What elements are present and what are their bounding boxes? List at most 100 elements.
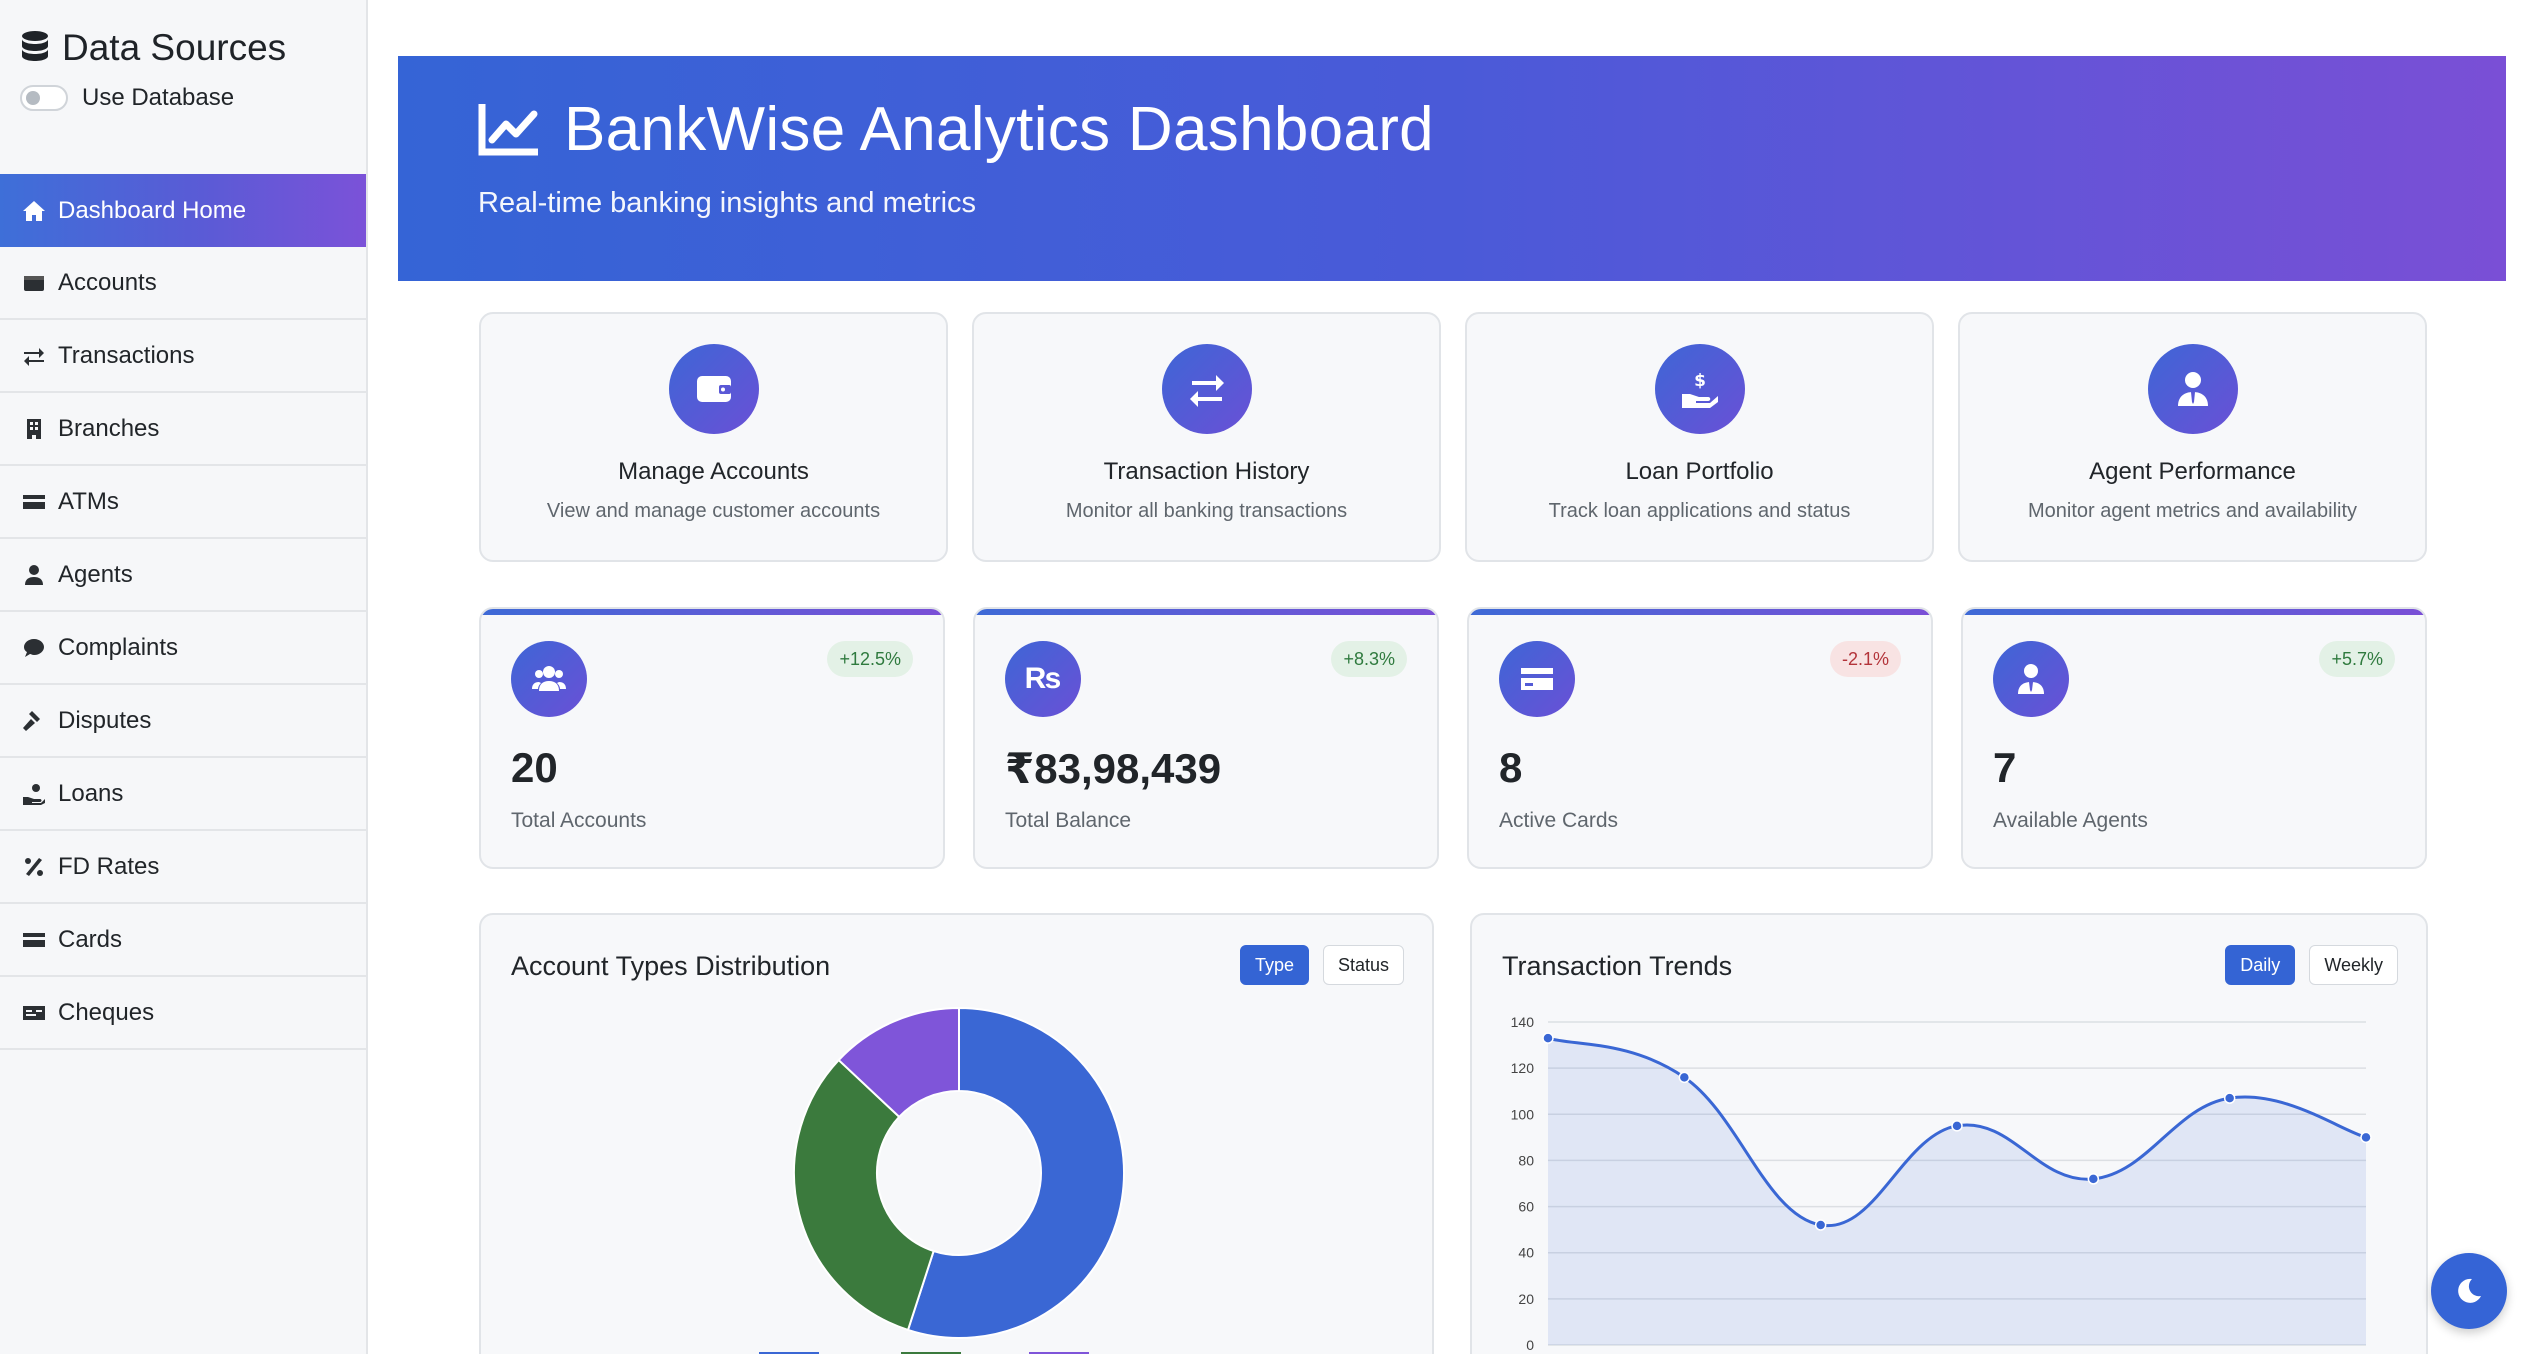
stat-value: ₹83,98,439	[1005, 745, 1222, 792]
card-title: Agent Performance	[2089, 458, 2296, 485]
stat-icon-circle	[1499, 641, 1575, 717]
users-icon	[532, 666, 566, 691]
change-badge: -2.1%	[1829, 641, 1901, 677]
data-point	[1678, 1071, 1691, 1084]
transaction-trends-chart-card: Transaction Trends Daily Weekly 0 20 40 60 8…	[1470, 913, 2428, 1354]
stat-card-available-agents: +5.7% 7 Available Agents	[1961, 607, 2427, 869]
y-tick-label: 0	[1526, 1337, 1534, 1353]
sidebar-item-branches[interactable]: Branches	[0, 393, 366, 466]
database-icon	[22, 31, 48, 61]
data-point	[2360, 1131, 2372, 1144]
sidebar-item-dashboard-home[interactable]: Dashboard Home	[0, 174, 366, 247]
theme-toggle-button[interactable]	[2431, 1253, 2507, 1329]
page-title: BankWise Analytics Dashboard	[564, 95, 1434, 164]
card-description: Track loan applications and status	[1548, 500, 1851, 522]
stat-label: Total Accounts	[511, 809, 647, 832]
stat-value: 20	[511, 744, 558, 791]
card-description: Monitor all banking transactions	[1065, 500, 1348, 522]
sidebar-item-label: Cards	[58, 925, 123, 953]
stat-card-total-accounts: +12.5% 20 Total Accounts	[479, 607, 945, 869]
exchange-icon	[1189, 375, 1224, 407]
series-area	[1548, 1038, 2366, 1345]
page-subtitle: Real-time banking insights and metrics	[478, 187, 977, 219]
use-database-row: Use Database	[20, 84, 346, 112]
loan-portfolio-card[interactable]: $ Loan Portfolio Track loan applications…	[1465, 312, 1934, 562]
sidebar-item-label: Agents	[58, 560, 133, 588]
card-icon-circle	[1161, 344, 1252, 434]
sidebar-item-loans[interactable]: Loans	[0, 758, 366, 831]
change-badge: +5.7%	[2319, 641, 2395, 677]
card-icon-circle	[668, 344, 759, 434]
data-point	[1951, 1120, 1963, 1132]
card-description: Monitor agent metrics and availability	[2027, 500, 2358, 522]
account-types-donut-chart	[759, 1006, 1125, 1354]
sidebar-item-label: Accounts	[58, 268, 157, 296]
card-title: Transaction History	[1103, 458, 1310, 485]
y-tick-label: 100	[1511, 1106, 1535, 1122]
sidebar-item-agents[interactable]: Agents	[0, 539, 366, 612]
data-point	[1814, 1219, 1827, 1231]
manage-accounts-card[interactable]: Manage Accounts View and manage customer…	[479, 312, 948, 562]
percent-icon	[25, 857, 43, 876]
y-tick-label: 120	[1511, 1060, 1535, 1076]
y-tick-label: 60	[1518, 1199, 1534, 1215]
y-tick-label: 40	[1518, 1245, 1534, 1261]
sidebar-nav: Dashboard Home Accounts Transactions Bra…	[0, 174, 366, 1050]
credit-card-icon	[23, 932, 45, 947]
sidebar-item-cheques[interactable]: Cheques	[0, 977, 366, 1050]
user-tie-icon	[25, 564, 43, 585]
card-title: Loan Portfolio	[1625, 458, 1774, 485]
sidebar-item-accounts[interactable]: Accounts	[0, 247, 366, 320]
sidebar-item-label: Loans	[58, 779, 124, 807]
credit-card-icon	[23, 494, 45, 509]
sidebar-item-complaints[interactable]: Complaints	[0, 612, 366, 685]
y-tick-label: 140	[1511, 1014, 1535, 1030]
sidebar-item-label: Dashboard Home	[58, 196, 247, 224]
sidebar-item-cards[interactable]: Cards	[0, 904, 366, 977]
sidebar-item-label: Transactions	[58, 341, 195, 369]
stat-label: Active Cards	[1499, 809, 1619, 832]
wallet-icon	[24, 275, 44, 291]
svg-text:$: $	[1694, 371, 1706, 391]
sidebar-item-transactions[interactable]: Transactions	[0, 320, 366, 393]
y-tick-label: 20	[1518, 1291, 1534, 1307]
sidebar-item-label: Branches	[58, 414, 160, 442]
change-badge: +12.5%	[827, 641, 913, 677]
sidebar-item-label: ATMs	[58, 487, 119, 515]
stat-card-total-balance: ₨ +8.3% ₹83,98,439 Total Balance	[973, 607, 1439, 869]
page-title-row: BankWise Analytics Dashboard	[478, 94, 2426, 165]
comment-icon	[24, 638, 44, 657]
data-sources-title-row: Data Sources	[20, 26, 346, 70]
home-icon	[23, 200, 45, 221]
sidebar-item-atms[interactable]: ATMs	[0, 466, 366, 539]
sidebar-item-label: Disputes	[58, 706, 152, 734]
use-database-toggle[interactable]	[20, 85, 68, 111]
dashboard-header: BankWise Analytics Dashboard Real-time b…	[398, 56, 2506, 281]
gavel-icon	[23, 710, 40, 731]
card-description: View and manage customer accounts	[546, 500, 881, 522]
y-tick-label: 80	[1518, 1152, 1534, 1168]
sidebar-item-disputes[interactable]: Disputes	[0, 685, 366, 758]
transaction-history-card[interactable]: Transaction History Monitor all banking …	[972, 312, 1441, 562]
transaction-trends-line-chart: 0 20 40 60 80 100 120 140	[1511, 1014, 2372, 1353]
stat-icon-circle	[1993, 641, 2069, 717]
change-badge: +8.3%	[1331, 641, 1407, 677]
stat-value: 8	[1499, 744, 1523, 791]
credit-card-icon	[1521, 668, 1553, 690]
wallet-icon	[696, 376, 731, 402]
sidebar: Data Sources Use Database Dashboard Home…	[0, 0, 368, 1354]
hand-holding-dollar-icon: $	[1681, 371, 1718, 408]
card-icon-circle	[2147, 344, 2238, 434]
use-database-label: Use Database	[82, 84, 235, 111]
stat-value: 7	[1993, 744, 2017, 791]
agent-performance-card[interactable]: Agent Performance Monitor agent metrics …	[1958, 312, 2427, 562]
sidebar-item-label: Complaints	[58, 633, 179, 661]
moon-icon	[2458, 1278, 2481, 1303]
rupee-icon: ₨	[1005, 641, 1081, 717]
sidebar-item-fd-rates[interactable]: FD Rates	[0, 831, 366, 904]
stat-label: Available Agents	[1993, 809, 2148, 832]
data-sources-title: Data Sources	[62, 27, 287, 68]
user-tie-icon	[2177, 372, 2208, 406]
stat-card-active-cards: -2.1% 8 Active Cards	[1467, 607, 1933, 869]
data-point	[2087, 1173, 2100, 1185]
